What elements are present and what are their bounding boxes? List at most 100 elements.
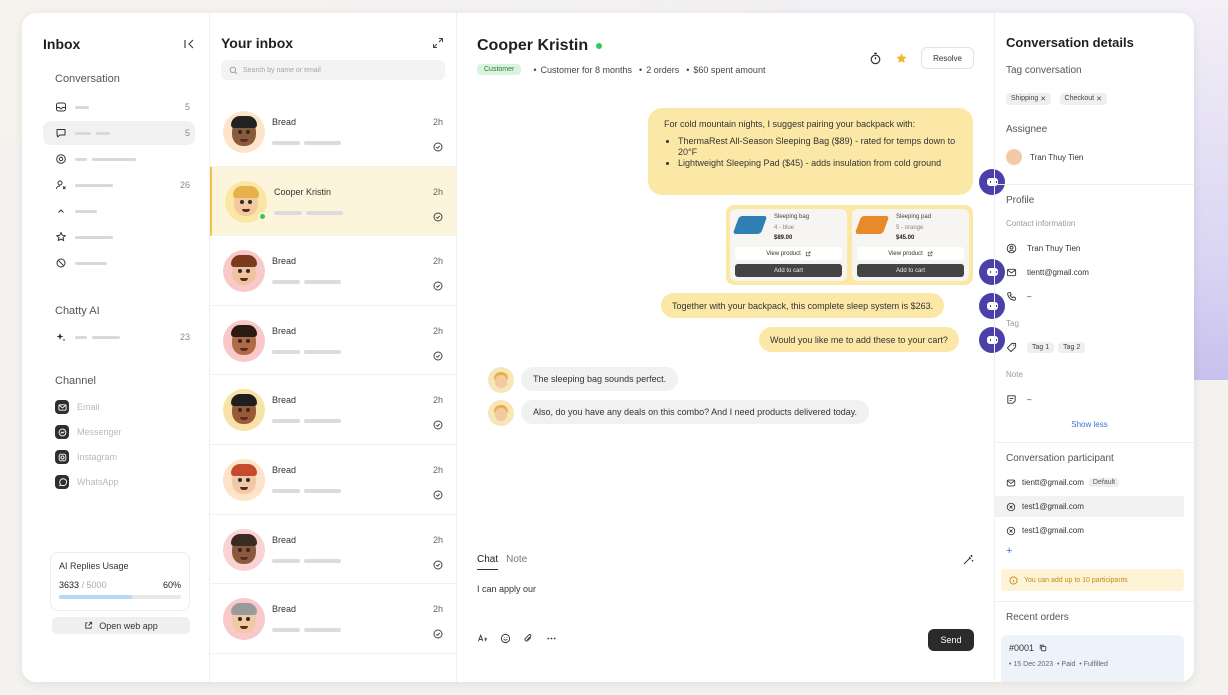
conversation-item[interactable]: Bread 2h	[210, 515, 456, 585]
sidebar-item-blocked[interactable]	[43, 251, 195, 275]
open-web-app-button[interactable]: Open web app	[52, 617, 190, 634]
usage-progress-bar	[59, 595, 181, 599]
channel-email[interactable]: Email	[55, 395, 195, 419]
sidebar-item-collapse[interactable]	[43, 199, 195, 223]
conversation-time: 2h	[432, 117, 443, 127]
expand-icon[interactable]	[432, 37, 444, 49]
resolve-button[interactable]: Resolve	[921, 47, 974, 69]
close-icon[interactable]: ✕	[1040, 95, 1046, 103]
contact-phone-row: –	[1006, 291, 1031, 302]
sidebar-item-mentions[interactable]	[43, 147, 195, 171]
conversation-name: Bread	[272, 604, 297, 615]
sidebar-item-starred[interactable]	[43, 225, 195, 249]
email-icon	[55, 400, 69, 414]
profile-tag-chip[interactable]: Tag 2	[1058, 342, 1086, 353]
conversation-item[interactable]: Bread 2h	[210, 306, 456, 376]
check-circle-icon[interactable]	[433, 348, 443, 361]
check-circle-icon[interactable]	[433, 557, 443, 570]
participant-row[interactable]: test1@gmail.com	[995, 520, 1184, 541]
conversation-name: Bread	[272, 464, 297, 475]
view-product-button[interactable]: View product	[857, 247, 964, 260]
channel-whatsapp[interactable]: WhatsApp	[55, 470, 195, 494]
channel-instagram[interactable]: Instagram	[55, 445, 195, 469]
user-x-icon	[55, 179, 67, 191]
phone-icon	[1006, 291, 1017, 302]
copy-icon[interactable]	[1039, 644, 1047, 652]
tag-chip[interactable]: Checkout ✕	[1059, 92, 1107, 105]
star-filled-icon[interactable]	[895, 52, 908, 65]
assignee[interactable]: Tran Thuy Tien	[1006, 149, 1083, 165]
user-remove-icon	[1006, 526, 1016, 536]
attachment-icon[interactable]	[523, 633, 534, 644]
product-image	[732, 216, 768, 234]
check-circle-icon[interactable]	[433, 417, 443, 430]
show-less-link[interactable]: Show less	[995, 420, 1184, 429]
channel-label: Messenger	[77, 427, 122, 437]
preview-placeholder	[272, 628, 300, 633]
details-title: Conversation details	[1006, 35, 1134, 50]
inbox-title: Your inbox	[221, 35, 294, 51]
sidebar-item-ai[interactable]: 23	[43, 325, 195, 349]
conversation-section-title: Conversation	[55, 73, 120, 85]
sidebar-item-chat[interactable]: 5	[43, 121, 195, 145]
tab-note[interactable]: Note	[506, 554, 527, 570]
note-icon	[1006, 394, 1017, 405]
avatar	[223, 319, 265, 362]
magic-wand-icon[interactable]	[962, 554, 974, 566]
order-card[interactable]: #0001 • 15 Dec 2023 • Paid • Fulfilled	[1001, 635, 1184, 682]
add-to-cart-button[interactable]: Add to cart	[735, 264, 842, 277]
conversation-item[interactable]: Cooper Kristin 2h	[210, 166, 456, 237]
add-to-cart-button[interactable]: Add to cart	[857, 264, 964, 277]
conversation-time: 2h	[432, 604, 443, 615]
conversation-time: 2h	[432, 395, 443, 406]
sidebar-count: 26	[179, 180, 190, 190]
note-label-title: Note	[1006, 370, 1023, 379]
sidebar-item-unassigned[interactable]: 26	[43, 173, 195, 197]
chevron-up-icon	[55, 205, 67, 217]
conversation-item[interactable]: Bread 2h	[210, 445, 456, 515]
product-image	[854, 216, 890, 234]
customer-badge: Customer	[477, 64, 522, 75]
more-icon[interactable]	[546, 633, 557, 644]
profile-tag-chip[interactable]: Tag 1	[1027, 342, 1055, 353]
search-icon	[229, 66, 238, 75]
bot-message-total: Together with your backpack, this comple…	[661, 293, 945, 318]
channel-messenger[interactable]: Messenger	[55, 420, 195, 444]
collapse-left-icon[interactable]	[183, 38, 195, 50]
default-badge: Default	[1088, 478, 1120, 487]
participant-row[interactable]: tientt@gmail.com Default	[995, 472, 1184, 493]
add-participant-button[interactable]: +	[1006, 545, 1012, 557]
emoji-icon[interactable]	[500, 633, 511, 644]
bot-message-suggestion: For cold mountain nights, I suggest pair…	[648, 108, 973, 195]
tag-chip[interactable]: Shipping ✕	[1006, 92, 1052, 105]
search-input[interactable]: Search by name or email	[221, 60, 445, 80]
composer-input[interactable]: I can apply our	[477, 584, 974, 594]
participant-row[interactable]: test1@gmail.com	[995, 496, 1184, 517]
text-format-icon[interactable]	[477, 633, 488, 644]
conversation-time: 2h	[432, 186, 443, 197]
tab-chat[interactable]: Chat	[477, 554, 499, 570]
preview-placeholder	[304, 628, 341, 633]
send-button[interactable]: Send	[928, 629, 974, 651]
view-product-button[interactable]: View product	[735, 247, 842, 260]
details-panel: Conversation details Tag conversation Sh…	[994, 13, 1194, 682]
conversation-item[interactable]: Bread 2h	[210, 97, 456, 167]
check-circle-icon[interactable]	[433, 278, 443, 291]
user-remove-icon	[1006, 502, 1016, 512]
check-circle-icon[interactable]	[433, 487, 443, 500]
app-window: Inbox Conversation 5 5 26 Chatty AI 23 C…	[22, 13, 1194, 682]
check-circle-icon[interactable]	[433, 139, 443, 152]
timer-icon[interactable]	[869, 52, 882, 65]
messenger-icon	[55, 425, 69, 439]
avatar	[223, 528, 265, 571]
contact-name: Cooper Kristin	[477, 37, 589, 54]
preview-placeholder	[304, 349, 341, 354]
conversation-item[interactable]: Bread 2h	[210, 375, 456, 445]
conversation-item[interactable]: Bread 2h	[210, 584, 456, 654]
conversation-item[interactable]: Bread 2h	[210, 236, 456, 306]
close-icon[interactable]: ✕	[1096, 95, 1102, 103]
avatar	[223, 250, 265, 293]
check-circle-icon[interactable]	[433, 209, 443, 222]
sidebar-item-inbox[interactable]: 5	[43, 95, 195, 119]
check-circle-icon[interactable]	[433, 626, 443, 639]
